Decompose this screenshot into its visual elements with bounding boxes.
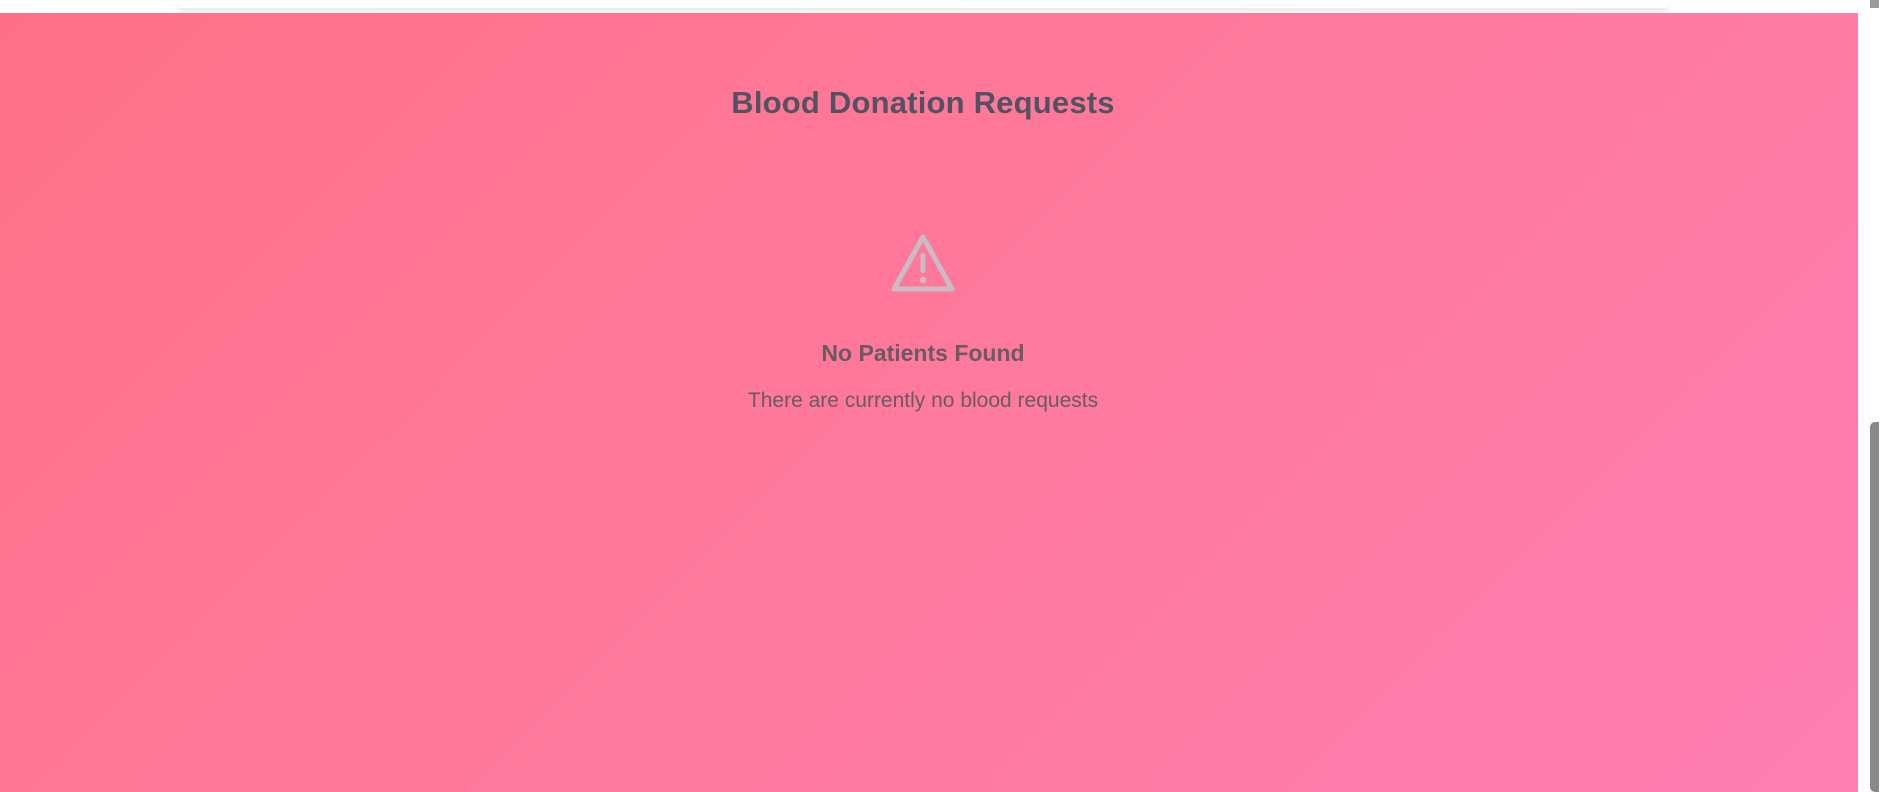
empty-state-message: There are currently no blood requests (747, 389, 1099, 412)
empty-state-title: No Patients Found (821, 340, 1025, 366)
main-content: Blood Donation Requests No Patients Foun… (0, 13, 1858, 792)
warning-triangle-icon (890, 233, 956, 293)
scrollbar-up-area[interactable] (1870, 0, 1879, 8)
scrollbar[interactable] (1858, 0, 1880, 792)
empty-state: No Patients Found There are currently no… (0, 233, 1846, 413)
scrollbar-thumb[interactable] (1870, 422, 1879, 792)
page-title: Blood Donation Requests (731, 85, 1115, 120)
navbar-edge (178, 0, 1668, 8)
app-window: Blood Donation Requests No Patients Foun… (0, 0, 1880, 792)
top-bar (0, 0, 1858, 13)
